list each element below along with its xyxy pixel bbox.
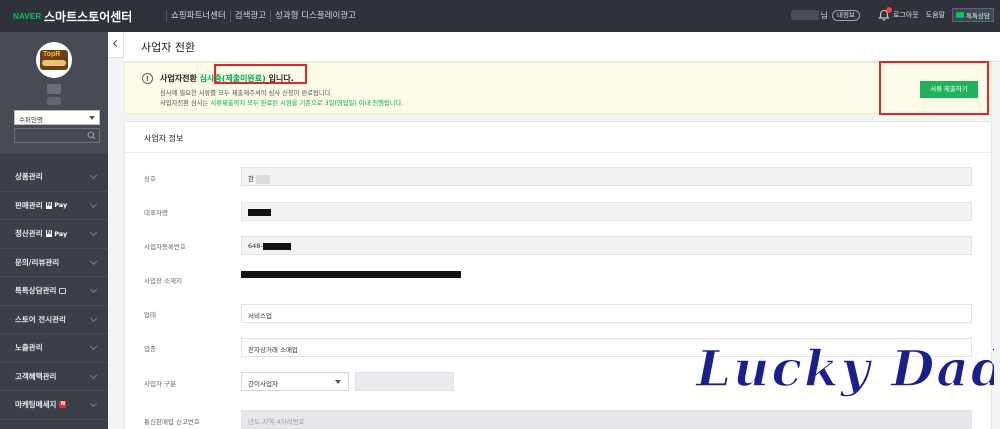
chevron-down-icon xyxy=(89,200,98,208)
sidebar-item-label: 스토어 전시관리 xyxy=(15,314,66,324)
sidebar-menu: 상품관리 판매관리 N Pay 정산관리 N Pay 문의/리뷰관리 톡톡상담관리 스토… xyxy=(0,163,108,420)
label-business-type: 업태 xyxy=(144,311,156,319)
npay-badge: N Pay xyxy=(45,229,68,238)
sidebar-item-exposure[interactable]: 노출관리 xyxy=(0,334,108,363)
registration-number-field: 648- xyxy=(241,236,972,255)
notification-dot xyxy=(885,7,892,13)
store-status-select[interactable]: 수퍼인명 xyxy=(14,110,100,125)
naver-logo[interactable]: NAVER xyxy=(13,12,41,21)
sidebar-item-sales[interactable]: 판매관리 N Pay xyxy=(0,192,108,220)
sidebar: TopR 수퍼인명 상품관리 판매관리 N Pay 정산관리 N Pay 문의/리뷰관리… xyxy=(0,32,108,429)
store-status-value: 수퍼인명 xyxy=(19,116,43,124)
chevron-left-icon xyxy=(112,39,121,48)
sidebar-item-store-display[interactable]: 스토어 전시관리 xyxy=(0,306,108,334)
store-logo: TopR xyxy=(40,50,68,70)
notice-title-prefix: 사업자전환 xyxy=(160,74,197,83)
chevron-down-icon xyxy=(89,399,98,408)
nav-search-ads[interactable]: 검색광고 xyxy=(229,10,270,22)
notice-schedule: 사업자전환 심사는 서류제출까지 모두 완료된 시점을 기준으로 3일(영업일)… xyxy=(160,98,403,107)
talk-talk-button[interactable]: 톡톡상담 xyxy=(952,8,994,22)
chevron-down-icon xyxy=(89,257,98,265)
nav-shopping-partner[interactable]: 쇼핑파트너센터 xyxy=(166,10,230,22)
chevron-down-icon xyxy=(89,342,98,351)
notice-schedule-highlight: 서류제출까지 모두 완료된 시점을 기준으로 3일(영업일) 이내 진행됩니다. xyxy=(210,100,404,107)
mail-order-number-input[interactable]: 년도-지역-4자리번호 xyxy=(241,410,972,429)
help-link[interactable]: 도움말 xyxy=(926,10,945,20)
store-logo-car xyxy=(42,60,66,66)
redacted-text xyxy=(262,242,291,250)
sidebar-collapse-button[interactable] xyxy=(108,32,124,58)
notice-description: 심사에 필요한 서류를 모두 제출해주셔야 심사 신청이 완료됩니다. xyxy=(160,90,333,97)
redacted-blur xyxy=(255,174,270,184)
watermark-lucky-daddy: Lucky Daddy xyxy=(693,338,994,398)
store-logo-text: TopR xyxy=(43,51,61,58)
label-business-category: 사업자 구분 xyxy=(144,380,176,388)
label-representative: 대표자명 xyxy=(144,209,168,217)
chevron-down-icon xyxy=(89,171,98,180)
chevron-down-icon xyxy=(89,116,95,120)
sidebar-item-label: 마케팅메세지 xyxy=(15,400,57,410)
user-name-blurred xyxy=(790,10,819,20)
talk-label: 톡톡상담 xyxy=(966,12,990,20)
label-registration-number: 사업자등록번호 xyxy=(144,243,186,251)
top-nav: 쇼핑파트너센터 검색광고 성과형 디스플레이광고 xyxy=(166,10,360,22)
sidebar-item-inquiry-review[interactable]: 문의/리뷰관리 xyxy=(0,249,108,277)
company-name-field: 한 xyxy=(241,167,972,186)
notice-schedule-prefix: 사업자전환 심사는 xyxy=(160,100,209,107)
page-header: 사업자 전환 xyxy=(124,32,1000,62)
logout-link[interactable]: 로그아웃 xyxy=(893,10,919,20)
label-mail-order-number: 통신판매업 신고번호 xyxy=(144,418,200,426)
sidebar-item-label: 톡톡상담관리 xyxy=(15,286,57,296)
label-business-address: 사업장 소재지 xyxy=(144,277,182,285)
sidebar-item-products[interactable]: 상품관리 xyxy=(0,163,108,192)
section-title: 사업자 정보 xyxy=(144,134,184,143)
status-highlight-box xyxy=(214,64,307,84)
representative-field xyxy=(241,202,972,221)
sidebar-profile: TopR 수퍼인명 xyxy=(0,32,108,154)
sidebar-item-label: 고객혜택관리 xyxy=(15,371,57,381)
top-bar: NAVER 스마트스토어센터 쇼핑파트너센터 검색광고 성과형 디스플레이광고 … xyxy=(0,0,1000,32)
chevron-down-icon xyxy=(335,380,341,384)
business-category-sub-field xyxy=(355,372,454,391)
divider xyxy=(125,152,991,153)
business-category-select[interactable]: 간이사업자 xyxy=(241,372,349,391)
submit-documents-button[interactable]: 서류 제출하기 xyxy=(920,81,978,98)
my-info-button[interactable]: 내정보 xyxy=(832,9,860,21)
watermark-text: Lucky Daddy xyxy=(694,339,994,398)
sidebar-item-settlement[interactable]: 정산관리 N Pay xyxy=(0,220,108,249)
sidebar-item-label: 판매관리 xyxy=(15,200,43,210)
chevron-down-icon xyxy=(89,314,98,322)
top-right-area: 님 내정보 로그아웃 도움말 톡톡상담 xyxy=(790,7,994,22)
app-title[interactable]: 스마트스토어센터 xyxy=(44,8,132,25)
chat-icon xyxy=(956,12,965,18)
chevron-down-icon xyxy=(89,228,98,237)
store-id-blurred xyxy=(47,97,61,105)
chevron-down-icon xyxy=(89,371,98,379)
sidebar-item-label: 상품관리 xyxy=(15,172,43,182)
menu-search-input[interactable] xyxy=(14,128,100,143)
sidebar-item-label: 정산관리 xyxy=(15,229,43,239)
page-title: 사업자 전환 xyxy=(141,41,196,54)
label-business-item: 업종 xyxy=(144,345,156,353)
info-icon: ! xyxy=(142,73,153,84)
npay-badge: N Pay xyxy=(45,201,68,210)
sidebar-item-customer-benefits[interactable]: 고객혜택관리 xyxy=(0,363,108,391)
sidebar-item-marketing-message[interactable]: 마케팅메세지 N xyxy=(0,391,108,420)
label-company-name: 상호 xyxy=(144,175,156,183)
sidebar-item-label: 문의/리뷰관리 xyxy=(15,257,60,267)
nav-display-ads[interactable]: 성과형 디스플레이광고 xyxy=(270,10,360,22)
store-name-blurred xyxy=(47,84,61,94)
redacted-text xyxy=(248,208,271,216)
business-address-redacted xyxy=(241,271,461,278)
sidebar-item-talktalk[interactable]: 톡톡상담관리 xyxy=(0,277,108,306)
sidebar-item-label: 노출관리 xyxy=(15,343,43,353)
business-type-field: 서비스업 xyxy=(241,304,972,323)
user-suffix: 님 xyxy=(820,10,829,20)
new-badge-icon: N xyxy=(59,401,67,409)
chat-icon xyxy=(59,287,67,294)
bell-icon[interactable] xyxy=(878,7,892,21)
chevron-down-icon xyxy=(89,285,98,294)
search-icon xyxy=(87,131,96,140)
avatar[interactable]: TopR xyxy=(36,42,72,78)
